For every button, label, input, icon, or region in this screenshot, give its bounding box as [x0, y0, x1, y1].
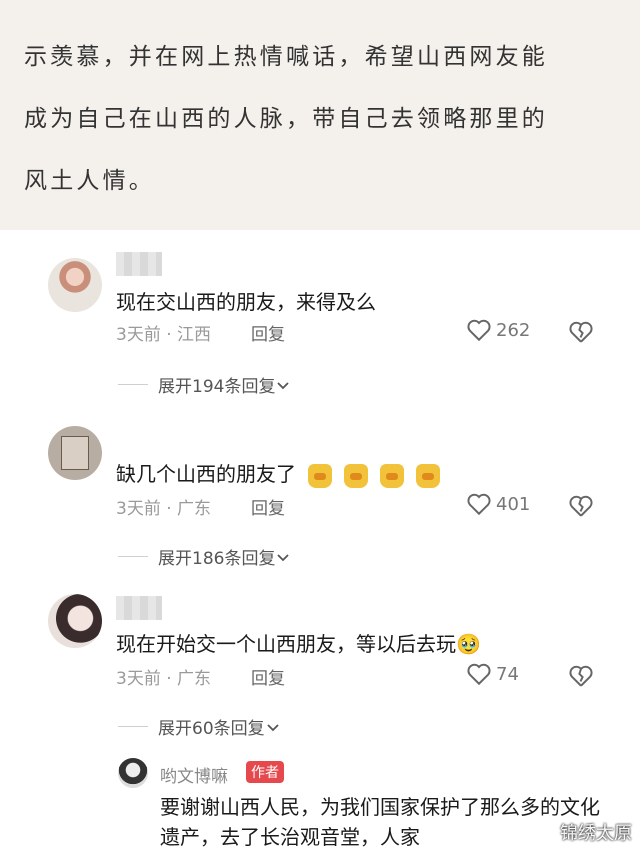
article-text: 示羡慕，并在网上热情喊话，希望山西网友能 成为自己在山西的人脉，带自己去领略那里…	[0, 0, 640, 230]
dog-emoji-icon	[344, 463, 368, 488]
dog-emoji-icon	[308, 463, 332, 488]
broken-heart-icon	[569, 665, 593, 687]
author-badge: 作者	[246, 761, 284, 783]
like-button[interactable]: 401	[466, 492, 530, 516]
divider	[118, 556, 148, 557]
broken-heart-icon	[569, 495, 593, 517]
article-line: 风土人情。	[24, 168, 155, 194]
author-name[interactable]: 哟文博嘛	[160, 762, 228, 787]
expand-replies-button[interactable]: 展开194条回复	[118, 372, 291, 397]
reply-button[interactable]: 回复	[251, 494, 285, 519]
dislike-button[interactable]	[568, 664, 594, 692]
reply-button[interactable]: 回复	[251, 664, 285, 689]
watermark: 锦绣太原	[560, 823, 632, 844]
like-count: 401	[496, 493, 531, 515]
article-line: 成为自己在山西的人脉，带自己去领略那里的	[24, 106, 548, 132]
dog-emoji-icon	[416, 463, 440, 488]
like-button[interactable]: 74	[466, 662, 519, 686]
expand-replies-button[interactable]: 展开60条回复	[118, 714, 281, 739]
avatar[interactable]	[118, 758, 148, 788]
article-line: 示羡慕，并在网上热情喊话，希望山西网友能	[24, 44, 548, 70]
expand-label: 展开194条回复	[158, 377, 276, 397]
heart-outline-icon	[467, 493, 491, 516]
chevron-down-icon	[277, 553, 290, 561]
dislike-button[interactable]	[568, 494, 594, 522]
like-button[interactable]: 262	[466, 318, 530, 342]
like-count: 262	[496, 319, 531, 341]
reply-button[interactable]: 回复	[251, 320, 285, 345]
avatar[interactable]	[48, 426, 102, 480]
heart-outline-icon	[467, 663, 491, 686]
comment-text: 缺几个山西的朋友了	[116, 458, 440, 488]
comment-text: 现在开始交一个山西朋友，等以后去玩🥹	[116, 632, 481, 656]
avatar-image	[61, 436, 89, 470]
comment-section: 现在交山西的朋友，来得及么 3天前 · 江西 回复 262 展开194条回复 缺…	[26, 230, 614, 853]
expand-replies-button[interactable]: 展开186条回复	[118, 544, 291, 569]
avatar[interactable]	[48, 594, 102, 648]
comment-meta: 3天前 · 广东	[116, 669, 212, 689]
comment-meta: 3天前 · 广东	[116, 499, 212, 519]
broken-heart-icon	[569, 321, 593, 343]
dislike-button[interactable]	[568, 320, 594, 348]
comment-text: 现在交山西的朋友，来得及么	[116, 290, 376, 314]
chevron-down-icon	[277, 381, 290, 389]
username-blurred[interactable]	[116, 252, 162, 276]
like-count: 74	[496, 663, 519, 685]
expand-label: 展开60条回复	[158, 719, 265, 739]
chevron-down-icon	[267, 723, 279, 731]
expand-label: 展开186条回复	[158, 549, 276, 569]
reply-text: 要谢谢山西人民，为我们国家保护了那么多的文化遗产，去了长治观音堂，人家	[160, 795, 600, 849]
dog-emoji-icon	[380, 463, 404, 488]
divider	[118, 726, 148, 727]
comment-meta: 3天前 · 江西	[116, 325, 212, 345]
avatar[interactable]	[48, 258, 102, 312]
divider	[118, 384, 148, 385]
username-blurred[interactable]	[116, 596, 162, 620]
heart-outline-icon	[467, 319, 491, 342]
